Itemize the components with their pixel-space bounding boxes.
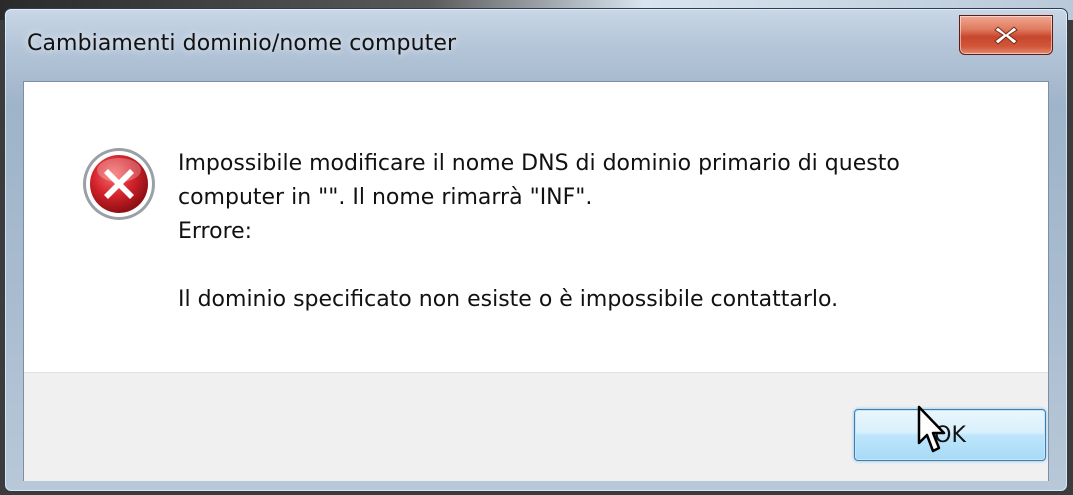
close-icon bbox=[994, 26, 1018, 45]
error-icon bbox=[83, 148, 155, 220]
close-button[interactable] bbox=[959, 15, 1053, 55]
message-line: Il dominio specificato non esiste o è im… bbox=[178, 287, 839, 312]
error-message: Impossibile modificare il nome DNS di do… bbox=[178, 147, 1018, 317]
button-bar: OK bbox=[24, 372, 1048, 481]
window-title: Cambiamenti dominio/nome computer bbox=[27, 31, 457, 56]
mouse-cursor-icon bbox=[917, 405, 946, 453]
ok-button[interactable]: OK bbox=[854, 409, 1046, 461]
title-bar[interactable]: Cambiamenti dominio/nome computer bbox=[5, 9, 1067, 79]
dialog-client-area: Impossibile modificare il nome DNS di do… bbox=[23, 81, 1049, 481]
message-line: Errore: bbox=[178, 219, 253, 244]
message-line: Impossibile modificare il nome DNS di do… bbox=[178, 151, 900, 176]
message-line: computer in "". Il nome rimarrà "INF". bbox=[178, 185, 593, 210]
message-area: Impossibile modificare il nome DNS di do… bbox=[24, 82, 1048, 372]
dialog-window: Cambiamenti dominio/nome computer Imposs… bbox=[4, 8, 1068, 492]
